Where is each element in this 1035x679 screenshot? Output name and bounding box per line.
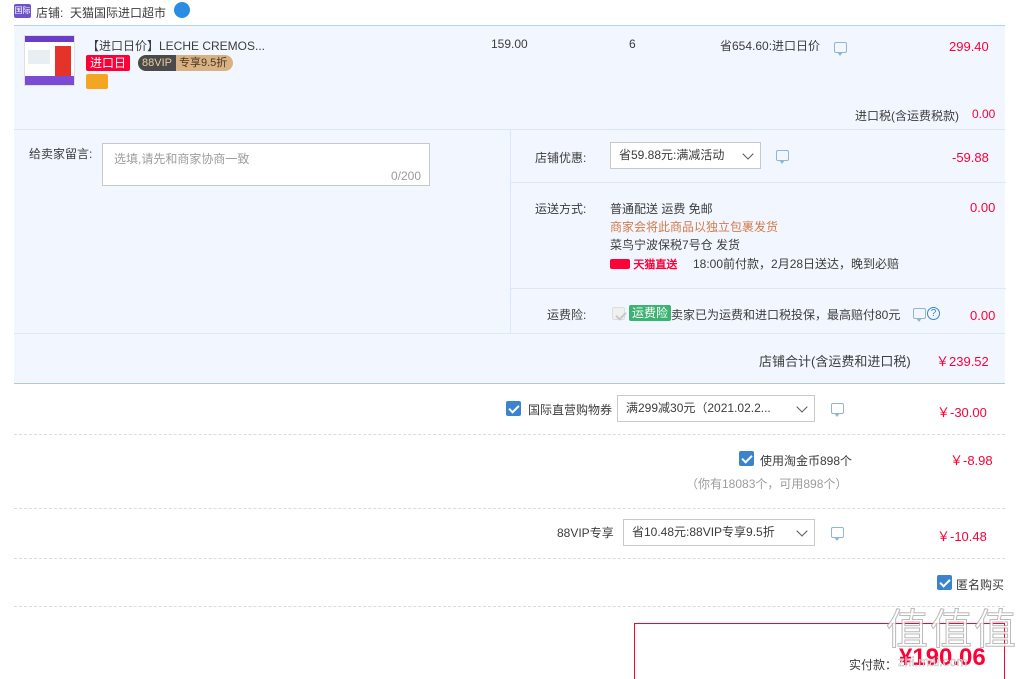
insurance-checkbox bbox=[612, 307, 625, 320]
divider bbox=[14, 558, 1005, 559]
shop-total-label: 店铺合计(含运费和进口税) bbox=[759, 354, 911, 369]
coins-value: ￥-8.98 bbox=[950, 453, 993, 468]
coins-label: 使用淘金币898个 bbox=[760, 454, 853, 468]
vip-tag: 88VIP 专享9.5折 bbox=[138, 55, 234, 71]
message-placeholder: 选填,请先和商家协商一致 bbox=[114, 152, 250, 166]
right-column: 店铺优惠: 省59.88元:满减活动 -59.88 运送方式: 普通配送 运费 … bbox=[510, 130, 1006, 333]
payment-box: 实付款： ¥190.06 bbox=[634, 623, 1005, 679]
insurance-text: 卖家已为运费和进口税投保，最高赔付80元 bbox=[671, 308, 901, 322]
card-icon bbox=[86, 74, 108, 89]
coins-checkbox[interactable] bbox=[739, 451, 754, 466]
vip-label: 88VIP专享 bbox=[557, 526, 614, 540]
wangwang-chat-icon[interactable] bbox=[174, 2, 190, 18]
divider bbox=[14, 434, 1005, 435]
divider bbox=[511, 182, 1006, 183]
unit-price: 159.00 bbox=[491, 37, 528, 51]
tax-value: 0.00 bbox=[972, 107, 996, 121]
shipping-line3: 菜鸟宁波保税7号仓 发货 bbox=[610, 238, 741, 252]
tmall-direct-logo: 天猫直送 bbox=[610, 256, 678, 271]
coupon-selected: 满299减30元（2021.02.2... bbox=[626, 401, 771, 415]
chevron-down-icon bbox=[796, 401, 808, 413]
tmall-direct-text: 天猫直送 bbox=[633, 259, 678, 271]
coupon-checkbox[interactable] bbox=[506, 401, 521, 416]
shop-total-value: ￥239.52 bbox=[936, 354, 989, 369]
divider bbox=[14, 508, 1005, 509]
shop-discount-selected: 省59.88元:满减活动 bbox=[619, 148, 725, 162]
vip-tag-label: 88VIP bbox=[138, 55, 176, 71]
payment-label: 实付款： bbox=[849, 658, 898, 672]
message-textarea[interactable]: 选填,请先和商家协商一致 0/200 bbox=[102, 143, 430, 186]
message-counter: 0/200 bbox=[390, 169, 421, 183]
divider bbox=[511, 288, 1006, 289]
vip-tag-discount: 专享9.5折 bbox=[178, 57, 228, 69]
insurance-value: 0.00 bbox=[970, 308, 996, 323]
coins-sub: （你有18083个，可用898个） bbox=[686, 477, 848, 491]
item-save-text: 省654.60:进口日价 bbox=[720, 39, 821, 53]
item-subtotal: 299.40 bbox=[949, 39, 989, 54]
coupon-comment-icon[interactable] bbox=[831, 403, 844, 417]
product-thumbnail[interactable] bbox=[24, 35, 75, 86]
coupon-label: 国际直营购物券 bbox=[528, 403, 613, 417]
shipping-line4: 18:00前付款，2月28日送达，晚到必赔 bbox=[693, 257, 900, 271]
shop-name-link[interactable]: 天猫国际进口超市 bbox=[70, 4, 166, 21]
shipping-value: 0.00 bbox=[970, 200, 996, 215]
message-label: 给卖家留言: bbox=[29, 147, 93, 161]
shipping-line1: 普通配送 运费 免邮 bbox=[610, 202, 713, 216]
shop-label: 店铺: bbox=[36, 6, 64, 20]
shop-discount-comment-icon[interactable] bbox=[776, 150, 789, 164]
vip-selected: 省10.48元:88VIP专享9.5折 bbox=[632, 525, 775, 539]
vip-select[interactable]: 省10.48元:88VIP专享9.5折 bbox=[623, 519, 815, 546]
item-panel: 【进口日价】LECHE CREMOS... 进口日 88VIP 专享9.5折 15… bbox=[14, 25, 1005, 129]
chevron-down-icon bbox=[796, 525, 808, 537]
shop-badge-icon: 国际 bbox=[14, 4, 31, 18]
divider bbox=[14, 333, 1005, 334]
vip-comment-icon[interactable] bbox=[831, 527, 844, 541]
vip-value: ￥-10.48 bbox=[937, 529, 987, 544]
shop-discount-value: -59.88 bbox=[952, 150, 989, 165]
anonymous-label: 匿名购买 bbox=[956, 578, 1005, 592]
anonymous-checkbox[interactable] bbox=[937, 575, 952, 590]
insurance-label: 运费险: bbox=[547, 308, 587, 322]
shop-discount-label: 店铺优惠: bbox=[535, 151, 587, 165]
shipping-line2: 商家会将此商品以独立包裹发货 bbox=[610, 220, 779, 234]
help-question-icon[interactable]: ? bbox=[927, 307, 940, 320]
shipping-label: 运送方式: bbox=[535, 202, 587, 216]
tax-label: 进口税(含运费税款) bbox=[855, 109, 959, 123]
chevron-down-icon bbox=[742, 148, 754, 160]
insurance-comment-icon[interactable] bbox=[913, 308, 926, 322]
product-title-link[interactable]: 【进口日价】LECHE CREMOS... bbox=[87, 37, 265, 54]
tmall-cat-icon bbox=[610, 259, 630, 269]
import-day-tag: 进口日 bbox=[86, 55, 131, 71]
coupon-select[interactable]: 满299减30元（2021.02.2... bbox=[617, 395, 815, 422]
item-comment-icon[interactable] bbox=[834, 42, 847, 56]
coupon-value: ￥-30.00 bbox=[937, 405, 987, 420]
quantity: 6 bbox=[629, 37, 636, 51]
shop-discount-select[interactable]: 省59.88元:满减活动 bbox=[610, 142, 761, 169]
order-details-panel: 给卖家留言: 选填,请先和商家协商一致 0/200 店铺优惠: 省59.88元:… bbox=[14, 129, 1006, 384]
insurance-badge: 运费险 bbox=[629, 305, 672, 321]
divider bbox=[14, 606, 1005, 607]
payment-value: ¥190.06 bbox=[899, 644, 986, 671]
